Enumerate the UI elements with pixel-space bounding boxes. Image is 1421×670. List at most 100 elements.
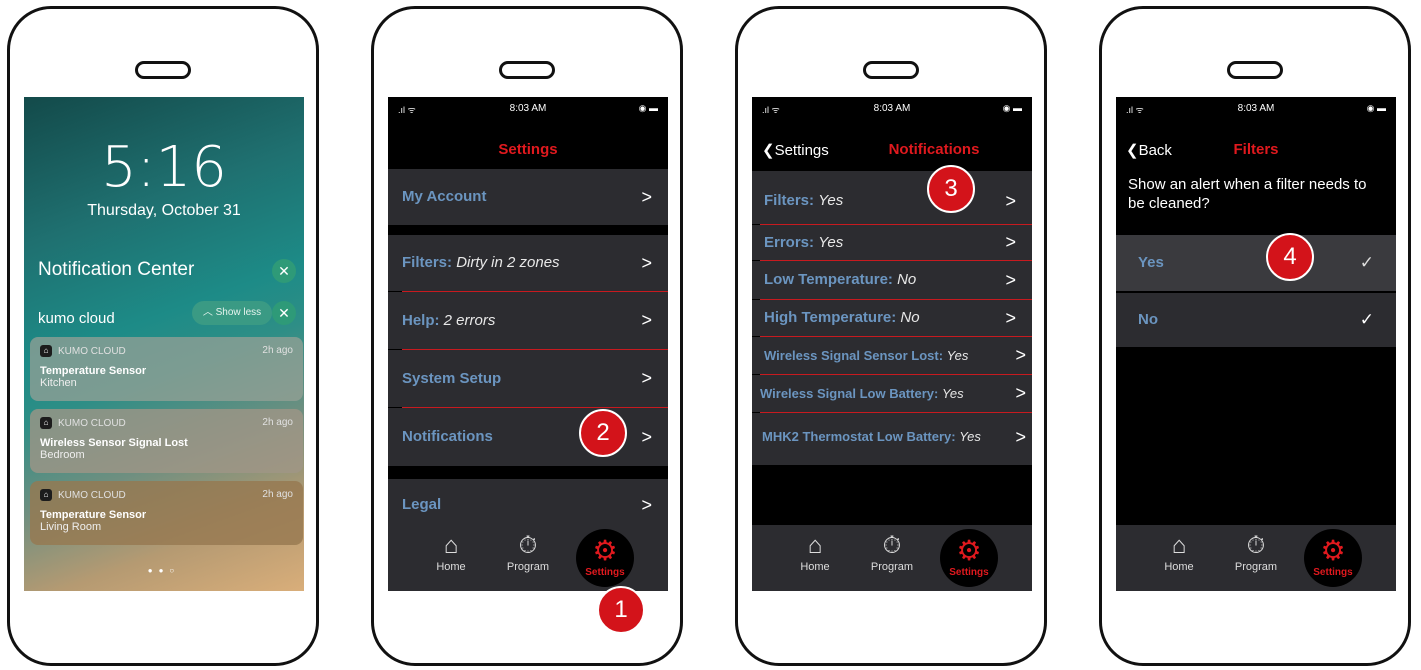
row-value: No [900, 309, 920, 326]
timer-icon: ⏱ [882, 532, 902, 559]
close-icon[interactable]: ✕ [272, 301, 296, 325]
notif-row-sensor-lost[interactable]: Wireless Signal Sensor Lost: Yes > [752, 337, 1032, 374]
page-dots: ●●○ [147, 566, 181, 575]
row-value: Yes [959, 429, 981, 444]
notification-title: Temperature Sensor [40, 509, 147, 521]
tab-home[interactable]: ⌂ Home [416, 531, 486, 573]
chevron-right-icon: > [1015, 345, 1026, 365]
show-less-button[interactable]: ︿ Show less [192, 301, 272, 325]
notif-row-errors[interactable]: Errors: Yes > [752, 225, 1032, 260]
row-value: Yes [818, 234, 844, 251]
tab-settings[interactable]: ⚙ Settings [1304, 529, 1362, 587]
speaker [135, 61, 191, 79]
kumo-app-icon: ⌂ [40, 345, 52, 357]
notification-app: KUMO CLOUD [58, 345, 126, 357]
row-label: Filters: [764, 192, 815, 209]
status-time: 8:03 AM [509, 103, 547, 114]
notification-title: Wireless Sensor Signal Lost [40, 437, 188, 449]
chevron-right-icon: > [641, 187, 652, 207]
timer-icon: ⏱ [1246, 532, 1266, 559]
chevron-right-icon: > [641, 495, 652, 515]
chevron-right-icon: > [1005, 191, 1016, 211]
row-label: System Setup [402, 370, 502, 387]
app-group-title: kumo cloud [38, 310, 115, 327]
settings-row-my-account[interactable]: My Account > [388, 169, 668, 225]
tab-home[interactable]: ⌂ Home [780, 531, 850, 573]
kumo-app-icon: ⌂ [40, 489, 52, 501]
speaker [863, 61, 919, 79]
settings-row-filters[interactable]: Filters: Dirty in 2 zones > [388, 235, 668, 291]
filters-question: Show an alert when a filter needs to be … [1128, 176, 1367, 212]
page-title: Filters [1233, 141, 1279, 158]
tab-program[interactable]: ⏱ Program [493, 531, 563, 573]
row-label: Wireless Signal Low Battery: [760, 386, 939, 401]
notif-row-low-temperature[interactable]: Low Temperature: No > [752, 261, 1032, 299]
tab-label: Program [506, 561, 550, 573]
settings-row-help[interactable]: Help: 2 errors > [388, 292, 668, 349]
tab-bar: ⌂ Home ⏱ Program ⚙ Settings [388, 525, 668, 591]
chevron-right-icon: > [641, 368, 652, 388]
tab-label: Program [870, 561, 914, 573]
notif-row-filters[interactable]: Filters: Yes > [752, 171, 1032, 224]
tab-settings[interactable]: ⚙ Settings [576, 529, 634, 587]
option-label: Yes [1138, 254, 1164, 271]
battery-icon: ◉ ▬ [638, 103, 658, 113]
lock-date: Thursday, October 31 [87, 202, 241, 219]
gear-icon: ⚙ [592, 535, 618, 566]
row-value: Yes [818, 192, 844, 209]
tab-program[interactable]: ⏱ Program [857, 531, 927, 573]
timer-icon: ⏱ [518, 532, 538, 559]
row-label: Help: [402, 312, 440, 329]
row-value: Dirty in 2 zones [456, 254, 560, 271]
tab-settings[interactable]: ⚙ Settings [940, 529, 998, 587]
row-value: No [897, 271, 917, 288]
kumo-app-icon: ⌂ [40, 417, 52, 429]
notification-title: Temperature Sensor [40, 365, 147, 377]
settings-row-system-setup[interactable]: System Setup > [388, 350, 668, 407]
row-label: MHK2 Thermostat Low Battery: [762, 429, 956, 444]
notification-body: Bedroom [40, 449, 85, 461]
chevron-right-icon: > [1005, 270, 1016, 290]
home-icon: ⌂ [807, 532, 823, 559]
notif-row-low-battery[interactable]: Wireless Signal Low Battery: Yes > [752, 375, 1032, 412]
tab-label: Settings [1313, 567, 1353, 578]
row-label: Notifications [402, 428, 493, 445]
status-time: 8:03 AM [873, 103, 911, 114]
option-no[interactable]: No ✓ [1116, 293, 1396, 347]
notif-row-mhk2-low-battery[interactable]: MHK2 Thermostat Low Battery: Yes > [752, 413, 1032, 465]
notification-body: Kitchen [40, 377, 77, 389]
checkmark-icon: ✓ [1359, 310, 1374, 329]
close-icon[interactable]: ✕ [272, 259, 296, 283]
battery-icon: ◉ ▬ [1002, 103, 1022, 113]
lock-time: 5:16 [101, 135, 227, 200]
settings-row-legal[interactable]: Legal > [388, 479, 668, 531]
tab-program[interactable]: ⏱ Program [1221, 531, 1291, 573]
notif-row-high-temperature[interactable]: High Temperature: No > [752, 300, 1032, 336]
notification-time: 2h ago [262, 417, 293, 428]
lock-screen: 5:16 Thursday, October 31 Notification C… [24, 97, 304, 591]
phone-settings: .ıl ᯤ 8:03 AM ◉ ▬ Settings My Account > … [371, 6, 683, 666]
row-label: Legal [402, 496, 442, 513]
notification-app: KUMO CLOUD [58, 417, 126, 429]
step-badge-4: 4 [1266, 233, 1314, 281]
notification-time: 2h ago [262, 489, 293, 500]
chevron-right-icon: > [1005, 232, 1016, 252]
battery-icon: ◉ ▬ [1366, 103, 1386, 113]
notifications-screen: .ıl ᯤ 8:03 AM ◉ ▬ ❮ Settings Notification… [752, 97, 1032, 591]
row-label: Low Temperature: [764, 271, 893, 288]
notification-card[interactable]: ⌂ KUMO CLOUD 2h ago Temperature Sensor Ki… [30, 337, 303, 401]
filters-screen: .ıl ᯤ 8:03 AM ◉ ▬ ❮Back Filters Show an … [1116, 97, 1396, 591]
page-title: Settings [498, 141, 558, 158]
chevron-right-icon: > [641, 310, 652, 330]
step-badge-3: 3 [927, 165, 975, 213]
notification-card[interactable]: ⌂ KUMO CLOUD 2h ago Wireless Sensor Signa… [30, 409, 303, 473]
tab-home[interactable]: ⌂ Home [1144, 531, 1214, 573]
notification-time: 2h ago [262, 345, 293, 356]
phone-filters: .ıl ᯤ 8:03 AM ◉ ▬ ❮Back Filters Show an … [1099, 6, 1411, 666]
row-label: Wireless Signal Sensor Lost: [764, 348, 944, 363]
row-label: High Temperature: [764, 309, 897, 326]
option-yes[interactable]: Yes ✓ [1116, 235, 1396, 291]
notification-center-title: Notification Center [38, 259, 195, 280]
home-icon: ⌂ [443, 532, 459, 559]
notification-card[interactable]: ⌂ KUMO CLOUD 2h ago Temperature Sensor Li… [30, 481, 303, 545]
